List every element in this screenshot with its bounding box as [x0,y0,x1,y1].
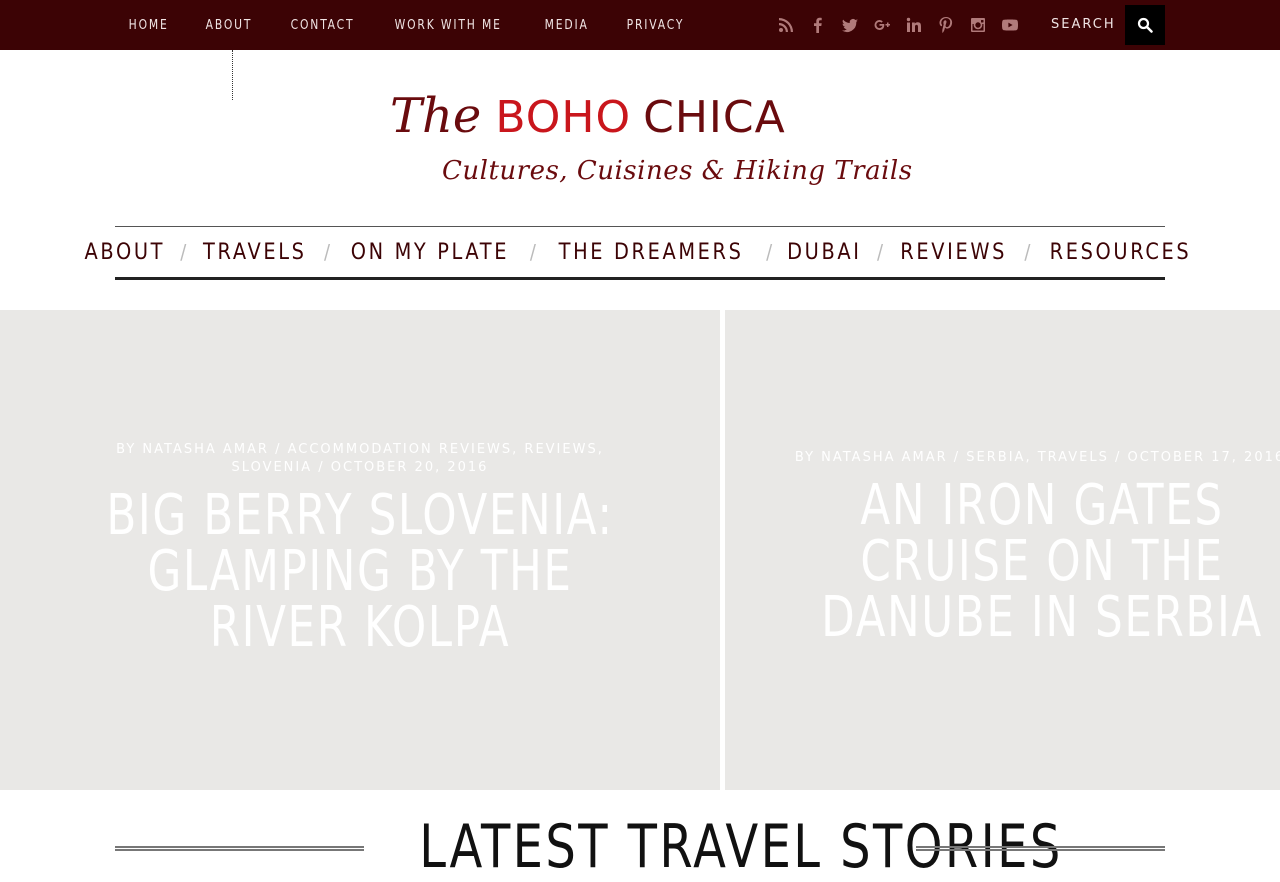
post-meta: BY NATASHA AMAR / ACCOMMODATION REVIEWS,… [60,441,660,477]
youtube-icon[interactable] [994,0,1026,50]
google-plus-icon[interactable] [866,0,898,50]
post-title-line: RIVER KOLPA [209,595,511,660]
site-logo[interactable]: The BOHO CHICA Cultures, Cuisines & Hiki… [390,88,912,198]
top-nav-contact[interactable]: CONTACT [275,18,370,33]
logo-tagline: Cultures, Cuisines & Hiking Trails [442,156,913,186]
main-nav-travels[interactable]: TRAVELS [198,240,312,265]
nav-separator: / [529,240,536,264]
main-nav-resources[interactable]: RESOURCES [1045,240,1197,265]
post-title-line: BIG BERRY SLOVENIA: [106,483,614,548]
nav-separator: / [876,240,884,264]
twitter-icon[interactable] [834,0,866,50]
nav-separator: / [1024,240,1031,264]
heading-rule [916,846,1165,851]
logo-chica: CHICA [643,92,786,143]
post-title[interactable]: AN IRON GATES CRUISE ON THE DANUBE IN SE… [795,478,1280,646]
post-meta-line: BY NATASHA AMAR / ACCOMMODATION REVIEWS,… [116,442,604,457]
post-title-line: CRUISE ON THE [860,529,1224,594]
decorative-divider [232,50,233,100]
main-nav-reviews[interactable]: REVIEWS [895,240,1012,265]
section-title: LATEST TRAVEL STORIES [419,812,1063,882]
search-icon [1137,17,1153,33]
post-title-line: GLAMPING BY THE [147,539,573,604]
instagram-icon[interactable] [962,0,994,50]
post-title-line: AN IRON GATES [860,473,1224,538]
heading-rule [115,846,364,851]
main-nav-on-my-plate[interactable]: ON MY PLATE [346,240,515,265]
rss-icon[interactable] [770,0,802,50]
search-button[interactable] [1125,5,1165,45]
post-meta-line: BY NATASHA AMAR / SERBIA, TRAVELS / OCTO… [794,450,1280,465]
logo-wordmark: The BOHO CHICA [390,88,870,144]
logo-boho: BOHO [495,92,632,143]
top-nav-privacy[interactable]: PRIVACY [611,18,700,33]
main-nav-the-dreamers[interactable]: THE DREAMERS [553,240,749,265]
pinterest-icon[interactable] [930,0,962,50]
main-nav-about[interactable]: ABOUT [79,240,170,265]
main-nav-dubai[interactable]: DUBAI [782,240,867,265]
post-title-line: DANUBE IN SERBIA [821,585,1263,650]
logo-the: The [390,88,482,144]
top-nav-work-with-me[interactable]: WORK WITH ME [379,18,517,33]
section-heading: LATEST TRAVEL STORIES [115,812,1165,882]
top-nav-media[interactable]: MEDIA [529,18,604,33]
linkedin-icon[interactable] [898,0,930,50]
post-meta: BY NATASHA AMAR / SERBIA, TRAVELS / OCTO… [725,449,1280,467]
top-bar: HOME ABOUT CONTACT WORK WITH ME MEDIA PR… [0,0,1280,50]
post-meta-line: SLOVENIA / OCTOBER 20, 2016 [231,460,489,475]
featured-post-card[interactable]: BY NATASHA AMAR / SERBIA, TRAVELS / OCTO… [725,310,1280,790]
nav-separator: / [180,240,187,264]
top-nav-home[interactable]: HOME [113,18,184,33]
search-input[interactable]: SEARCH [1051,0,1116,50]
featured-post-card[interactable]: BY NATASHA AMAR / ACCOMMODATION REVIEWS,… [0,310,720,790]
top-nav-about[interactable]: ABOUT [190,18,268,33]
nav-separator: / [766,240,773,264]
nav-separator: / [323,240,331,264]
main-nav: ABOUT / TRAVELS / ON MY PLATE / THE DREA… [84,226,1189,280]
top-nav: HOME ABOUT CONTACT WORK WITH ME MEDIA PR… [113,0,708,50]
facebook-icon[interactable] [802,0,834,50]
social-links [770,0,1026,50]
post-title[interactable]: BIG BERRY SLOVENIA: GLAMPING BY THE RIVE… [79,488,641,656]
